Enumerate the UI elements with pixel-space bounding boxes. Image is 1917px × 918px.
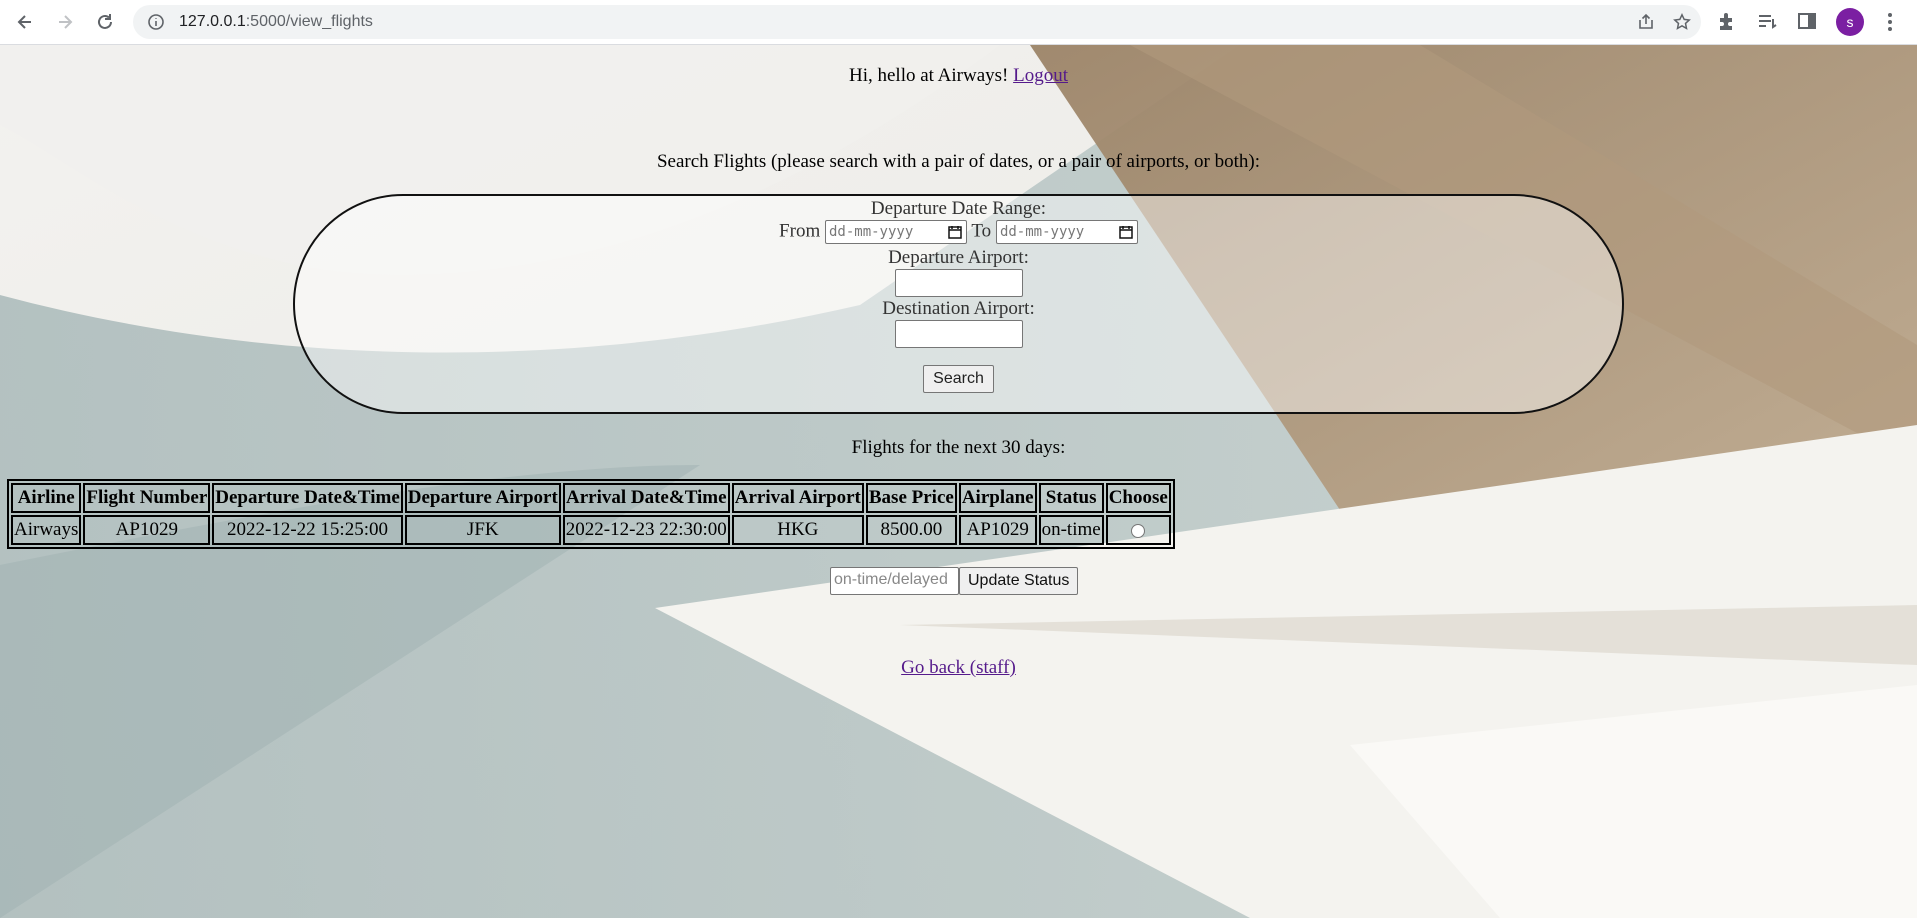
arrival-datetime-cell: 2022-12-23 22:30:00 bbox=[562, 515, 730, 545]
logout-link[interactable]: Logout bbox=[1013, 65, 1068, 86]
date-range-label: Departure Date Range: bbox=[870, 198, 1047, 219]
departure-airport-cell: JFK bbox=[404, 515, 561, 545]
column-header: Choose bbox=[1105, 483, 1171, 513]
greeting-text: Hi, hello at Airways! bbox=[849, 65, 1009, 86]
status-update-form: on-time/delayed Update Status bbox=[830, 567, 1079, 595]
from-date-input[interactable]: dd-mm-yyyy bbox=[824, 220, 967, 244]
browser-toolbar: 127.0.0.1:5000/view_flights s bbox=[0, 0, 1917, 45]
choose-cell bbox=[1105, 515, 1171, 545]
search-button[interactable]: Search bbox=[923, 365, 994, 393]
calendar-icon[interactable] bbox=[948, 225, 962, 239]
flight-number-cell: AP1029 bbox=[83, 515, 211, 545]
date-range-row: From dd-mm-yyyy To dd-mm-yyyy bbox=[295, 220, 1622, 244]
base-price-cell: 8500.00 bbox=[865, 515, 957, 545]
site-info-icon[interactable] bbox=[147, 13, 165, 31]
more-menu-icon[interactable] bbox=[1880, 11, 1900, 38]
column-header: Flight Number bbox=[83, 483, 211, 513]
flights-heading: Flights for the next 30 days: bbox=[851, 437, 1066, 458]
greeting: Hi, hello at Airways! Logout bbox=[0, 65, 1917, 87]
bookmark-star-icon[interactable] bbox=[1673, 13, 1691, 31]
table-row: Airways AP1029 2022-12-22 15:25:00 JFK 2… bbox=[11, 515, 1171, 545]
status-cell: on-time bbox=[1038, 515, 1104, 545]
side-panel-icon[interactable] bbox=[1796, 10, 1818, 32]
arrival-airport-cell: HKG bbox=[731, 515, 864, 545]
address-bar[interactable]: 127.0.0.1:5000/view_flights bbox=[133, 5, 1701, 39]
reading-list-icon[interactable] bbox=[1756, 10, 1778, 32]
calendar-icon[interactable] bbox=[1119, 225, 1133, 239]
column-header: Arrival Date&Time bbox=[562, 483, 730, 513]
from-label: From bbox=[779, 220, 821, 242]
update-status-button[interactable]: Update Status bbox=[959, 567, 1079, 595]
status-input[interactable]: on-time/delayed bbox=[830, 567, 959, 595]
column-header: Airplane bbox=[958, 483, 1037, 513]
airline-cell: Airways bbox=[11, 515, 82, 545]
column-header: Status bbox=[1038, 483, 1104, 513]
go-back-container: Go back (staff) bbox=[0, 657, 1917, 679]
column-header: Departure Airport bbox=[404, 483, 561, 513]
search-form: Departure Date Range: From dd-mm-yyyy To… bbox=[293, 194, 1624, 414]
airplane-cell: AP1029 bbox=[958, 515, 1037, 545]
destination-airport-input[interactable] bbox=[894, 320, 1023, 348]
to-label: To bbox=[971, 220, 992, 242]
to-date-input[interactable]: dd-mm-yyyy bbox=[995, 220, 1138, 244]
choose-radio[interactable] bbox=[1131, 523, 1146, 538]
page-viewport: Hi, hello at Airways! Logout Search Flig… bbox=[0, 45, 1917, 918]
back-icon[interactable] bbox=[7, 4, 43, 40]
forward-icon[interactable] bbox=[47, 4, 83, 40]
column-header: Airline bbox=[11, 483, 82, 513]
share-icon[interactable] bbox=[1637, 13, 1655, 31]
profile-avatar[interactable]: s bbox=[1836, 8, 1864, 36]
destination-airport-label: Destination Airport: bbox=[882, 298, 1035, 319]
flights-table: Airline Flight Number Departure Date&Tim… bbox=[7, 479, 1175, 549]
search-heading: Search Flights (please search with a pai… bbox=[656, 151, 1261, 172]
departure-datetime-cell: 2022-12-22 15:25:00 bbox=[212, 515, 403, 545]
column-header: Departure Date&Time bbox=[212, 483, 403, 513]
reload-icon[interactable] bbox=[87, 4, 123, 40]
go-back-link[interactable]: Go back (staff) bbox=[901, 657, 1016, 678]
departure-airport-input[interactable] bbox=[894, 269, 1023, 297]
table-header-row: Airline Flight Number Departure Date&Tim… bbox=[11, 483, 1171, 513]
column-header: Arrival Airport bbox=[731, 483, 864, 513]
departure-airport-label: Departure Airport: bbox=[888, 247, 1029, 268]
extensions-icon[interactable] bbox=[1716, 10, 1738, 32]
column-header: Base Price bbox=[865, 483, 957, 513]
url-text: 127.0.0.1:5000/view_flights bbox=[179, 13, 373, 30]
